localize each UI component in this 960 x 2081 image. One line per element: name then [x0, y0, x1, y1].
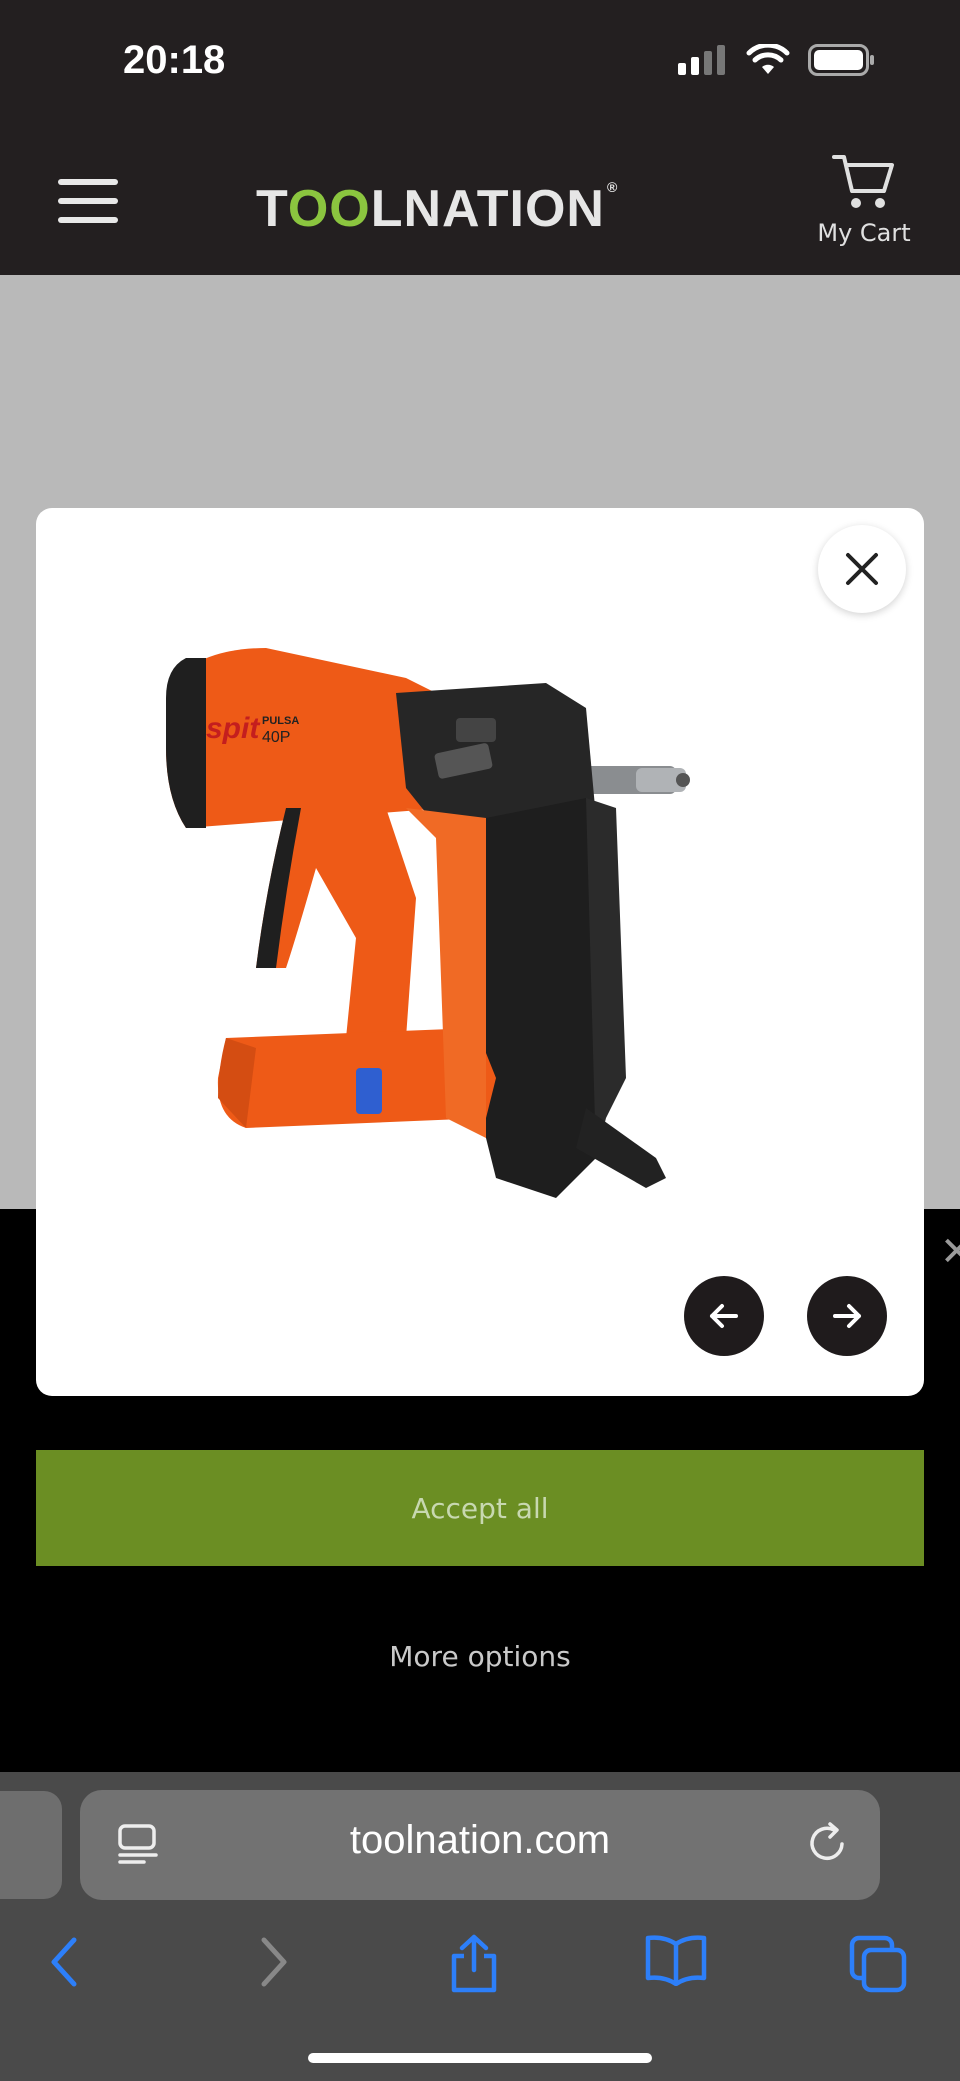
hamburger-menu-button[interactable]	[58, 179, 118, 229]
next-image-button[interactable]	[807, 1276, 887, 1356]
previous-image-button[interactable]	[684, 1276, 764, 1356]
url-text: toolnation.com	[349, 1818, 611, 1862]
forward-icon[interactable]	[254, 1934, 294, 1990]
accept-all-button[interactable]: Accept all	[36, 1450, 924, 1566]
product-model-text: 40P	[262, 729, 290, 746]
product-image: spit PULSA 40P	[166, 648, 690, 1198]
reload-icon[interactable]	[804, 1820, 850, 1866]
close-icon	[846, 553, 878, 585]
menu-line-icon	[58, 198, 118, 204]
cart-button[interactable]: My Cart	[812, 153, 916, 247]
home-indicator[interactable]	[308, 2053, 652, 2063]
status-icons	[678, 44, 876, 76]
cart-label: My Cart	[817, 219, 911, 247]
more-options-link[interactable]: More options	[0, 1640, 960, 1673]
tabs-icon[interactable]	[848, 1934, 910, 1994]
wifi-icon	[746, 44, 790, 74]
product-model-line-text: PULSA	[262, 715, 299, 727]
image-lightbox: spit PULSA 40P	[36, 508, 924, 1396]
browser-bottom-toolbar	[0, 1920, 960, 2030]
arrow-right-icon	[833, 1304, 861, 1328]
product-brand-text: spit	[206, 712, 261, 745]
previous-tab-preview[interactable]	[0, 1791, 62, 1899]
cookie-close-icon[interactable]: ✕	[940, 1232, 960, 1272]
menu-line-icon	[58, 217, 118, 223]
cart-icon	[832, 155, 894, 208]
site-header: TOOLNATION ® My Cart	[0, 131, 960, 275]
status-time: 20:18	[123, 38, 226, 82]
signal-icon	[678, 45, 725, 75]
close-lightbox-button[interactable]	[818, 525, 906, 613]
logo-registered-mark: ®	[606, 179, 619, 195]
logo-text: LNATION	[370, 180, 605, 238]
share-icon[interactable]	[448, 1934, 500, 1994]
menu-line-icon	[58, 179, 118, 185]
logo-text: T	[256, 180, 288, 238]
arrow-left-icon	[710, 1304, 738, 1328]
logo-chain-text: OO	[287, 180, 371, 238]
bookmarks-icon[interactable]	[644, 1934, 708, 1986]
back-icon[interactable]	[44, 1934, 84, 1990]
battery-icon	[808, 44, 874, 76]
toolnation-logo[interactable]: TOOLNATION ®	[256, 179, 618, 239]
address-bar[interactable]: toolnation.com	[80, 1790, 880, 1900]
status-bar: 20:18	[0, 0, 960, 131]
